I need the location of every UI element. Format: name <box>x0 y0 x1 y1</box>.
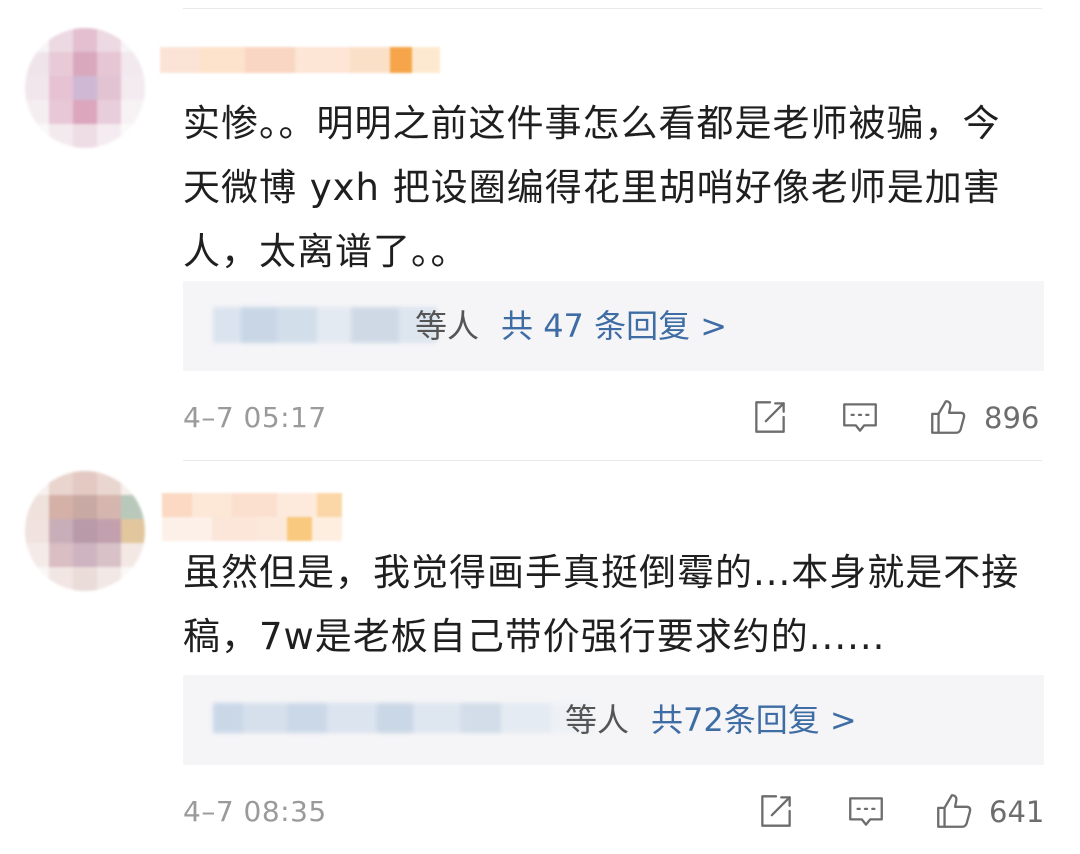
reply-usernames <box>213 703 591 733</box>
comment-item: 虽然但是，我觉得画手真挺倒霉的...本身就是不接稿，7w是老板自己带价强行要求约… <box>0 461 1080 854</box>
username[interactable] <box>162 493 357 541</box>
view-replies-link[interactable]: 共72条回复 > <box>651 701 857 739</box>
comment-text: 实惨。。明明之前这件事怎么看都是老师被骗，今天微博 yxh 把设圈编得花里胡哨好… <box>183 102 1001 273</box>
reply-people-label: 等人 <box>565 701 630 739</box>
timestamp: 4–7 05:17 <box>183 401 327 434</box>
comment-text: 虽然但是，我觉得画手真挺倒霉的...本身就是不接稿，7w是老板自己带价强行要求约… <box>183 551 1020 658</box>
comment-meta: 4–7 05:17 896 <box>183 392 1044 442</box>
reply-summary: 等人共 47 条回复 > <box>415 304 727 348</box>
share-icon[interactable] <box>755 790 797 832</box>
like-count: 896 <box>984 401 1040 435</box>
reply-preview[interactable]: 等人 共72条回复 > <box>183 675 1044 765</box>
comment-icon[interactable] <box>845 790 887 832</box>
comment-item: 实惨。。明明之前这件事怎么看都是老师被骗，今天微博 yxh 把设圈编得花里胡哨好… <box>0 0 1080 460</box>
comment-icon[interactable] <box>839 396 881 438</box>
reply-people-label: 等人 <box>415 307 480 345</box>
username[interactable] <box>160 47 440 73</box>
reply-preview[interactable]: 等人共 47 条回复 > <box>183 281 1044 371</box>
avatar[interactable] <box>25 471 145 591</box>
reply-usernames <box>213 307 437 343</box>
timestamp: 4–7 08:35 <box>183 795 327 828</box>
comment-meta: 4–7 08:35 641 <box>183 786 1044 836</box>
like-icon[interactable] <box>927 396 969 438</box>
reply-summary: 等人 共72条回复 > <box>565 698 857 742</box>
view-replies-link[interactable]: 共 47 条回复 > <box>501 307 727 345</box>
share-icon[interactable] <box>749 396 791 438</box>
avatar[interactable] <box>25 28 145 148</box>
like-count: 641 <box>989 795 1045 829</box>
like-icon[interactable] <box>933 790 975 832</box>
